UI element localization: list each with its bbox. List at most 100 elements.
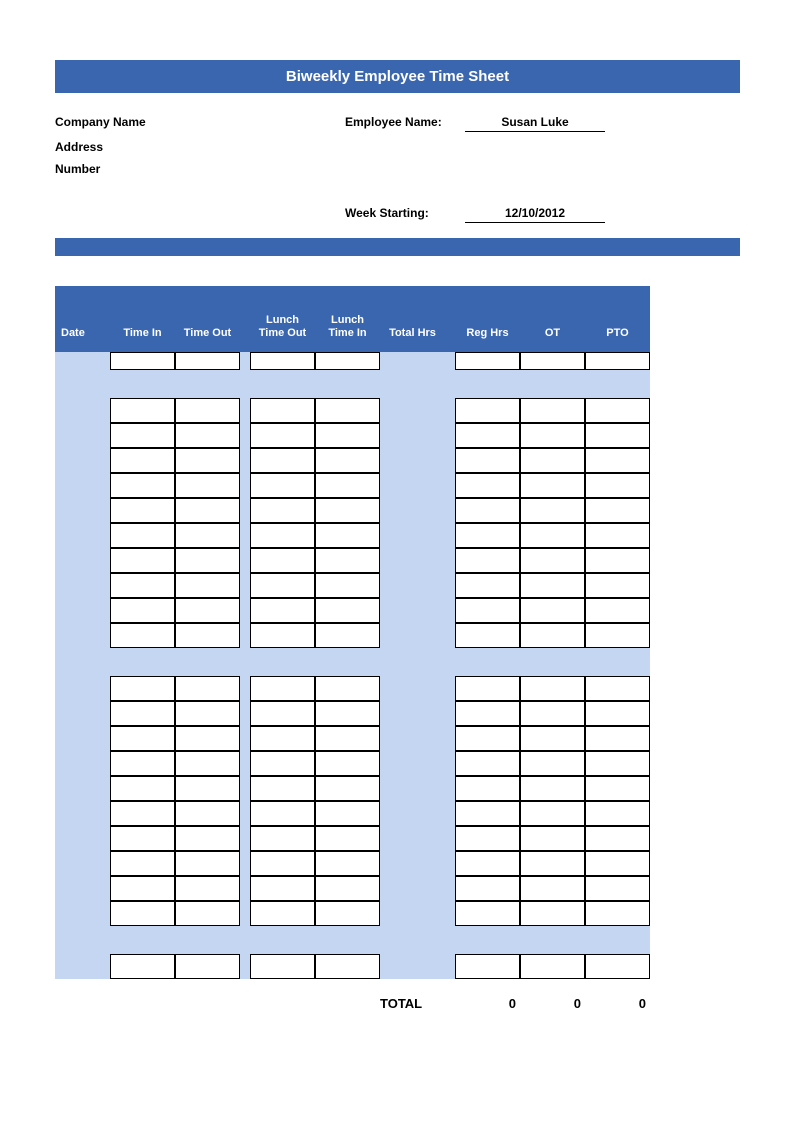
table-cell[interactable] [110, 523, 175, 548]
table-cell[interactable] [520, 423, 585, 448]
table-cell[interactable] [250, 701, 315, 726]
table-cell[interactable] [250, 954, 315, 979]
table-cell[interactable] [315, 826, 380, 851]
table-cell[interactable] [455, 448, 520, 473]
table-cell[interactable] [455, 523, 520, 548]
table-cell[interactable] [585, 598, 650, 623]
table-cell[interactable] [585, 398, 650, 423]
table-cell[interactable] [250, 801, 315, 826]
table-cell[interactable] [110, 954, 175, 979]
table-cell[interactable] [315, 751, 380, 776]
table-cell[interactable] [315, 623, 380, 648]
table-cell[interactable] [585, 776, 650, 801]
table-cell[interactable] [520, 954, 585, 979]
table-cell[interactable] [110, 826, 175, 851]
table-cell[interactable] [315, 498, 380, 523]
table-cell[interactable] [315, 676, 380, 701]
table-cell[interactable] [585, 623, 650, 648]
table-cell[interactable] [175, 573, 240, 598]
table-cell[interactable] [250, 776, 315, 801]
table-cell[interactable] [175, 423, 240, 448]
table-cell[interactable] [175, 676, 240, 701]
table-cell[interactable] [175, 901, 240, 926]
table-cell[interactable] [585, 352, 650, 370]
table-cell[interactable] [315, 448, 380, 473]
table-cell[interactable] [110, 776, 175, 801]
table-cell[interactable] [520, 623, 585, 648]
table-cell[interactable] [175, 851, 240, 876]
table-cell[interactable] [175, 876, 240, 901]
table-cell[interactable] [250, 676, 315, 701]
table-cell[interactable] [455, 901, 520, 926]
table-cell[interactable] [250, 548, 315, 573]
table-cell[interactable] [585, 473, 650, 498]
table-cell[interactable] [315, 776, 380, 801]
table-cell[interactable] [455, 498, 520, 523]
table-cell[interactable] [110, 573, 175, 598]
table-cell[interactable] [250, 598, 315, 623]
table-cell[interactable] [250, 423, 315, 448]
table-cell[interactable] [110, 901, 175, 926]
table-cell[interactable] [455, 751, 520, 776]
table-cell[interactable] [520, 801, 585, 826]
table-cell[interactable] [315, 398, 380, 423]
table-cell[interactable] [520, 398, 585, 423]
table-cell[interactable] [520, 573, 585, 598]
table-cell[interactable] [520, 751, 585, 776]
table-cell[interactable] [520, 826, 585, 851]
table-cell[interactable] [315, 352, 380, 370]
table-cell[interactable] [110, 726, 175, 751]
table-cell[interactable] [110, 876, 175, 901]
table-cell[interactable] [455, 701, 520, 726]
table-cell[interactable] [250, 573, 315, 598]
table-cell[interactable] [520, 473, 585, 498]
table-cell[interactable] [520, 448, 585, 473]
table-cell[interactable] [110, 801, 175, 826]
table-cell[interactable] [110, 548, 175, 573]
table-cell[interactable] [110, 473, 175, 498]
table-cell[interactable] [585, 423, 650, 448]
table-cell[interactable] [520, 876, 585, 901]
table-cell[interactable] [315, 423, 380, 448]
table-cell[interactable] [455, 623, 520, 648]
table-cell[interactable] [175, 751, 240, 776]
table-cell[interactable] [520, 776, 585, 801]
table-cell[interactable] [250, 726, 315, 751]
table-cell[interactable] [250, 623, 315, 648]
table-cell[interactable] [455, 598, 520, 623]
table-cell[interactable] [250, 901, 315, 926]
table-cell[interactable] [110, 851, 175, 876]
table-cell[interactable] [520, 548, 585, 573]
table-cell[interactable] [175, 473, 240, 498]
table-cell[interactable] [250, 473, 315, 498]
table-cell[interactable] [110, 352, 175, 370]
table-cell[interactable] [455, 776, 520, 801]
table-cell[interactable] [455, 826, 520, 851]
table-cell[interactable] [175, 398, 240, 423]
table-cell[interactable] [110, 623, 175, 648]
table-cell[interactable] [250, 498, 315, 523]
table-cell[interactable] [110, 598, 175, 623]
table-cell[interactable] [110, 751, 175, 776]
table-cell[interactable] [175, 776, 240, 801]
table-cell[interactable] [315, 548, 380, 573]
table-cell[interactable] [585, 826, 650, 851]
table-cell[interactable] [585, 751, 650, 776]
table-cell[interactable] [585, 701, 650, 726]
table-cell[interactable] [315, 473, 380, 498]
table-cell[interactable] [315, 523, 380, 548]
table-cell[interactable] [175, 623, 240, 648]
table-cell[interactable] [315, 876, 380, 901]
table-cell[interactable] [455, 851, 520, 876]
table-cell[interactable] [250, 851, 315, 876]
table-cell[interactable] [520, 676, 585, 701]
table-cell[interactable] [315, 801, 380, 826]
table-cell[interactable] [250, 826, 315, 851]
table-cell[interactable] [250, 448, 315, 473]
table-cell[interactable] [455, 876, 520, 901]
table-cell[interactable] [315, 573, 380, 598]
table-cell[interactable] [585, 801, 650, 826]
table-cell[interactable] [585, 548, 650, 573]
table-cell[interactable] [455, 954, 520, 979]
table-cell[interactable] [175, 801, 240, 826]
